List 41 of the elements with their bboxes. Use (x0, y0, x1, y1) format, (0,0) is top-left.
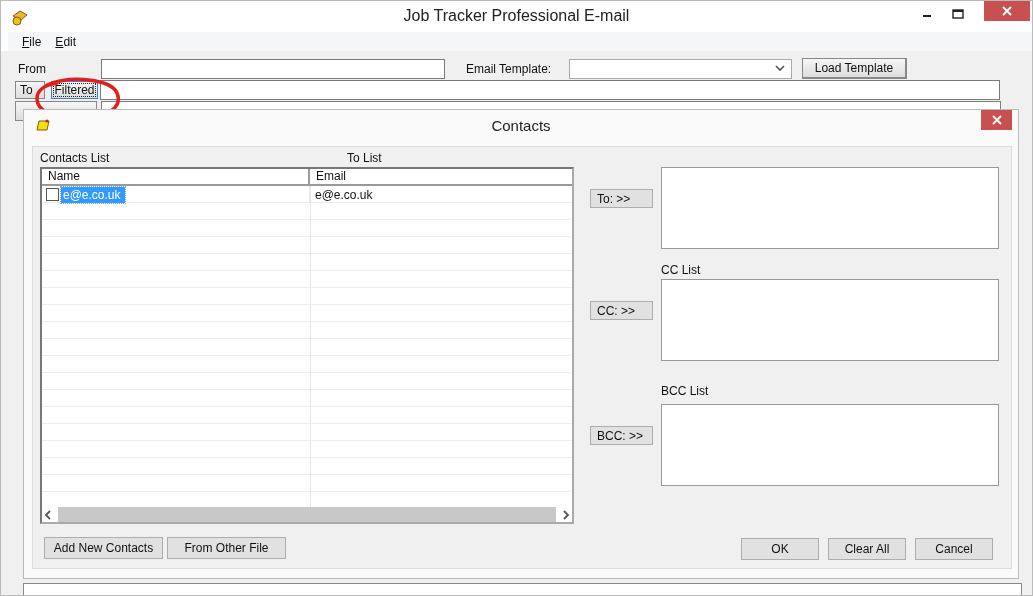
horizontal-scrollbar[interactable] (42, 507, 572, 522)
close-icon (1002, 6, 1012, 16)
to-list-box[interactable] (661, 167, 999, 249)
cc-list-label: CC List (661, 263, 702, 279)
from-field[interactable] (101, 58, 445, 79)
to-button[interactable]: To (15, 81, 45, 99)
window-title: Job Tracker Professional E-mail (402, 7, 631, 25)
from-other-file-button[interactable]: From Other File (167, 537, 286, 559)
load-template-button[interactable]: Load Template (802, 58, 907, 79)
menu-item[interactable]: File (22, 34, 42, 49)
close-button[interactable] (984, 1, 1030, 21)
dialog-title: Contacts (490, 117, 552, 134)
to-field[interactable] (100, 80, 1000, 100)
add-bcc-button[interactable]: BCC: >> (590, 426, 653, 445)
contacts-icon (36, 119, 50, 131)
chevron-left-icon[interactable] (44, 509, 52, 520)
clear-all-button[interactable]: Clear All (828, 538, 906, 560)
menu-item[interactable]: Edit (55, 34, 77, 49)
contacts-list-label: Contacts List (40, 151, 111, 165)
add-new-contacts-button[interactable]: Add New Contacts (44, 537, 163, 559)
cancel-button[interactable]: Cancel (915, 538, 993, 560)
filtered-button[interactable]: Filtered (51, 81, 98, 99)
add-cc-button[interactable]: CC: >> (590, 301, 653, 320)
checkbox[interactable] (46, 188, 59, 201)
chevron-down-icon (775, 65, 785, 72)
from-label: From (17, 61, 47, 76)
chevron-right-icon[interactable] (562, 509, 570, 520)
maximize-icon[interactable] (952, 9, 964, 19)
to-list-label: To List (347, 151, 382, 165)
bcc-list-label: BCC List (661, 384, 710, 400)
contact-email: e@e.co.uk (315, 187, 373, 202)
close-icon (991, 115, 1002, 125)
column-header[interactable]: Name (42, 169, 310, 184)
cc-list-box[interactable] (661, 279, 999, 361)
ok-button[interactable]: OK (741, 538, 819, 560)
close-button[interactable] (981, 110, 1012, 130)
add-to-button[interactable]: To: >> (590, 189, 653, 208)
bcc-list-box[interactable] (661, 404, 999, 486)
column-header[interactable]: Email (310, 169, 572, 184)
template-label: Email Template: (466, 61, 553, 76)
template-dropdown[interactable] (569, 58, 792, 79)
